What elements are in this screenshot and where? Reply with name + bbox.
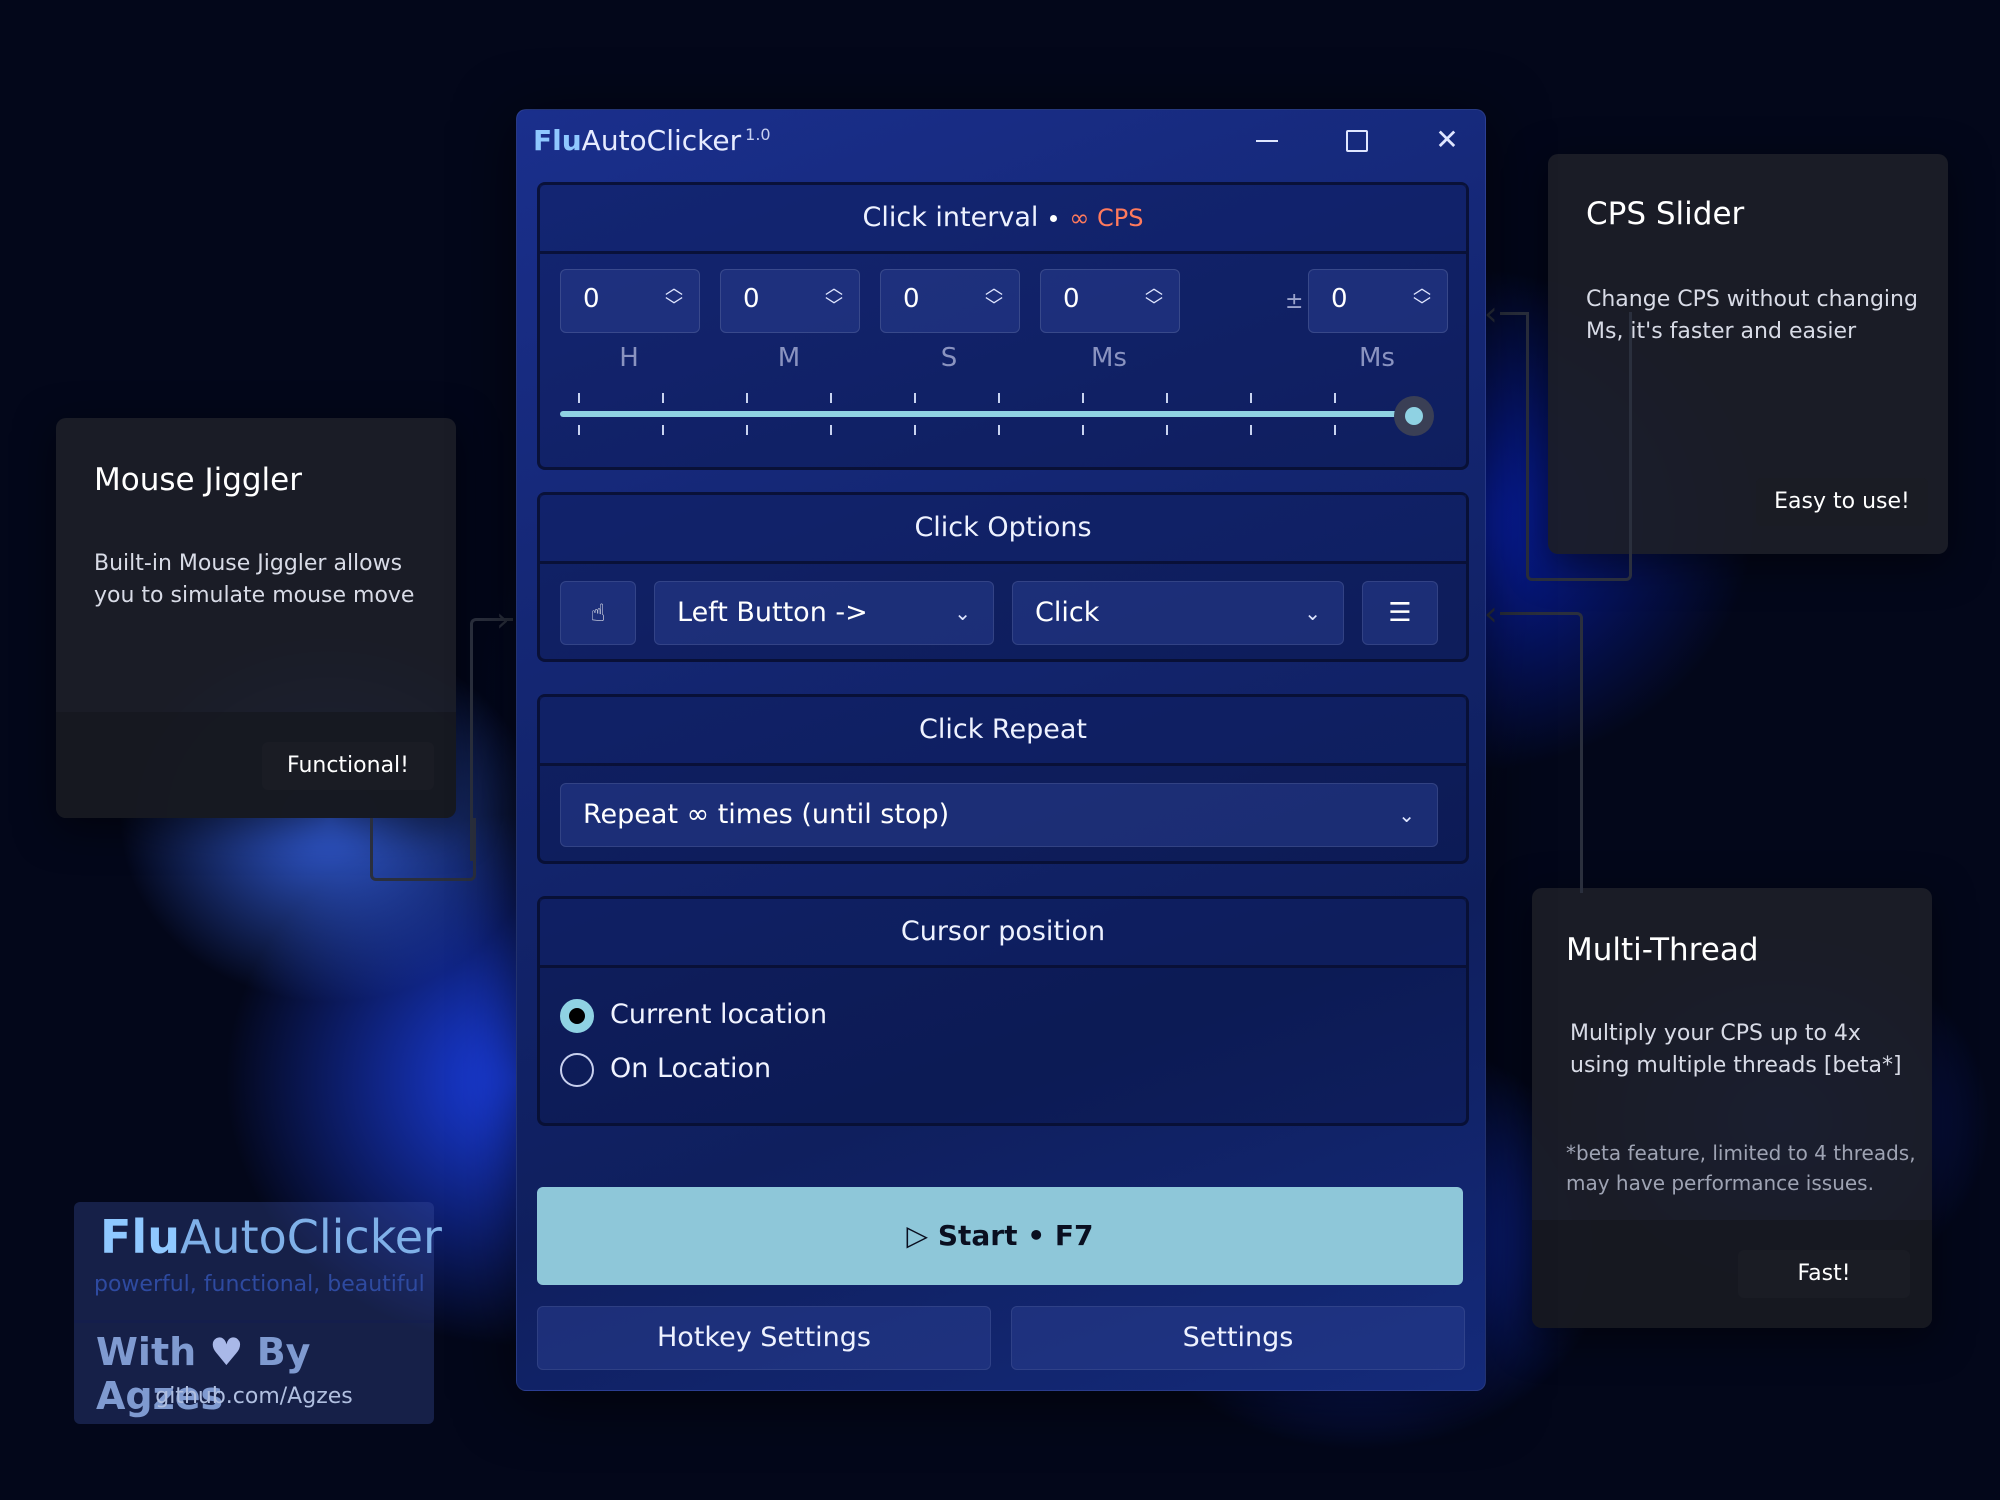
slider-tick (830, 393, 832, 403)
unit-label: S (940, 343, 958, 373)
maximize-button[interactable] (1327, 120, 1387, 160)
mouse-jiggler-button[interactable]: ☝ (560, 581, 636, 645)
multi-thread-card: Multi-Thread Multiply your CPS up to 4x … (1532, 888, 1932, 1328)
milliseconds-input[interactable]: 0 ︿ ﹀ (1040, 269, 1180, 333)
connector-line (370, 818, 476, 881)
click-interval-section: Click interval ∞ CPS 0 ︿ ﹀ H 0 ︿ ﹀ M 0 ︿ ﹀ S… (537, 182, 1469, 470)
slider-tick (578, 425, 580, 435)
close-button[interactable]: ✕ (1417, 120, 1477, 160)
random-ms-input[interactable]: 0 ︿ ﹀ (1308, 269, 1448, 333)
card-note: *beta feature, limited to 4 threads, may… (1566, 1141, 1916, 1195)
unit-label: M (777, 343, 801, 373)
arrow-icon: › (496, 600, 510, 640)
spinner-icon[interactable]: ︿ ﹀ (665, 280, 683, 316)
slider-tick (914, 393, 916, 403)
hotkey-settings-button[interactable]: Hotkey Settings (537, 1306, 991, 1370)
card-text: Change CPS without changing Ms, it's fas… (1586, 287, 1918, 344)
github-link[interactable]: github.com/Agzes (74, 1384, 434, 1409)
seconds-input[interactable]: 0 ︿ ﹀ (880, 269, 1020, 333)
slider-tick (1250, 425, 1252, 435)
card-title: Mouse Jiggler (94, 462, 302, 498)
spinner-icon[interactable]: ︿ ﹀ (985, 280, 1003, 316)
slider-tick (1334, 393, 1336, 403)
cursor-hand-icon: ☝ (590, 599, 606, 627)
radio-current-location[interactable]: Current location (560, 995, 827, 1035)
arrow-icon: ‹ (1484, 294, 1498, 334)
card-footer-button[interactable]: Easy to use! (1756, 478, 1928, 526)
window-title: FluAutoClicker 1.0 (533, 124, 771, 157)
section-header: Click interval ∞ CPS (540, 185, 1466, 254)
heart-icon: ♥ (209, 1330, 244, 1374)
connector-line (1500, 312, 1528, 315)
radio-button[interactable] (560, 998, 594, 1033)
click-options-section: Click Options ☝ Left Button -> ⌄ Click ⌄… (537, 492, 1469, 662)
slider-tick (662, 425, 664, 435)
slider-tick (1334, 425, 1336, 435)
click-repeat-section: Click Repeat Repeat ∞ times (until stop)… (537, 694, 1469, 864)
app-window: FluAutoClicker 1.0 ✕ Click interval ∞ CPS … (516, 109, 1486, 1391)
unit-label: Ms (1359, 343, 1395, 373)
connector-line (1526, 312, 1632, 581)
slider-tick (1166, 393, 1168, 403)
slider-tick (830, 425, 832, 435)
slider-tick (998, 393, 1000, 403)
slider-tick (1166, 425, 1168, 435)
mouse-button-dropdown[interactable]: Left Button -> ⌄ (654, 581, 994, 645)
section-header: Click Options (540, 495, 1466, 564)
play-icon: ▷ (906, 1219, 929, 1252)
unit-label: Ms (1091, 343, 1127, 373)
chevron-down-icon: ⌄ (1398, 803, 1415, 827)
slider-tick (1250, 393, 1252, 403)
section-header: Click Repeat (540, 697, 1466, 766)
brand-name: FluAutoClicker (100, 1210, 442, 1264)
repeat-dropdown[interactable]: Repeat ∞ times (until stop) ⌄ (560, 783, 1438, 847)
card-text: Multiply your CPS up to 4x using multipl… (1570, 1021, 1902, 1078)
cps-slider-thumb[interactable] (1394, 396, 1434, 436)
minutes-input[interactable]: 0 ︿ ﹀ (720, 269, 860, 333)
chevron-down-icon: ⌄ (954, 601, 971, 625)
slider-tick (578, 393, 580, 403)
chevron-down-icon: ⌄ (1304, 601, 1321, 625)
spinner-icon[interactable]: ︿ ﹀ (1145, 280, 1163, 316)
slider-tick (1082, 425, 1084, 435)
multi-thread-button[interactable]: ☰ (1362, 581, 1438, 645)
card-footer-button[interactable]: Functional! (262, 742, 434, 790)
minimize-button[interactable] (1237, 120, 1297, 160)
card-title: CPS Slider (1586, 196, 1745, 232)
random-offset-symbol: ± (1285, 289, 1304, 314)
spinner-icon[interactable]: ︿ ﹀ (1413, 280, 1431, 316)
slider-tick (746, 425, 748, 435)
section-header: Cursor position (540, 899, 1466, 968)
unit-label: H (619, 343, 639, 373)
brand-badge: FluAutoClicker powerful, functional, bea… (74, 1202, 442, 1424)
hours-input[interactable]: 0 ︿ ﹀ (560, 269, 700, 333)
close-icon: ✕ (1435, 123, 1459, 156)
slider-tick (1082, 393, 1084, 403)
radio-button[interactable] (560, 1052, 594, 1087)
connector-line (1500, 612, 1583, 893)
start-button[interactable]: ▷ Start • F7 (537, 1187, 1463, 1285)
spinner-icon[interactable]: ︿ ﹀ (825, 280, 843, 316)
radio-on-location[interactable]: On Location (560, 1049, 771, 1089)
settings-button[interactable]: Settings (1011, 1306, 1465, 1370)
cps-slider-track[interactable] (560, 411, 1420, 417)
cursor-position-section: Cursor position Current location On Loca… (537, 896, 1469, 1126)
card-text: Built-in Mouse Jiggler allows you to sim… (94, 551, 415, 608)
slider-tick (998, 425, 1000, 435)
brand-tagline: powerful, functional, beautiful (94, 1272, 425, 1297)
connector-line (470, 618, 513, 861)
mouse-jiggler-card: Mouse Jiggler Built-in Mouse Jiggler all… (56, 418, 456, 818)
slider-tick (746, 393, 748, 403)
card-footer-button[interactable]: Fast! (1738, 1250, 1910, 1298)
slider-tick (662, 393, 664, 403)
maximize-icon (1346, 130, 1368, 152)
arrow-icon: ‹ (1484, 594, 1498, 634)
click-type-dropdown[interactable]: Click ⌄ (1012, 581, 1344, 645)
slider-tick (914, 425, 916, 435)
layers-icon: ☰ (1388, 598, 1412, 628)
minimize-icon (1256, 140, 1278, 142)
card-title: Multi-Thread (1566, 932, 1759, 968)
